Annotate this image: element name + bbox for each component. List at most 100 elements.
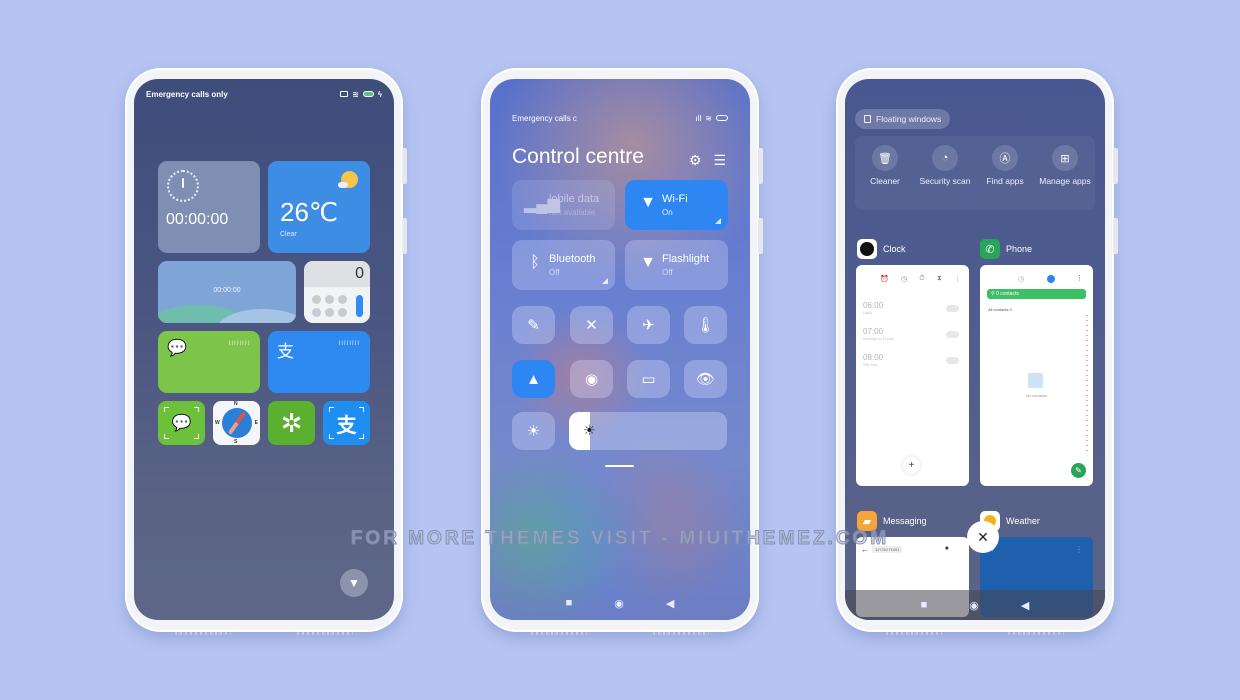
wechat-bars: IIIIIIII — [228, 341, 250, 347]
phone-recents: Floating windows 🗑 Cleaner ◔ Security scan… — [836, 68, 1118, 635]
toggle-dnd[interactable]: ◉ — [570, 360, 613, 398]
alphabet-index[interactable] — [1086, 315, 1088, 455]
calculator-widget[interactable]: 0 — [304, 261, 370, 323]
trash-icon: 🗑 — [872, 145, 898, 171]
volume-button — [402, 148, 407, 184]
toggle-edit[interactable]: ✎ — [512, 306, 555, 344]
new-contact-button[interactable]: ✎ — [1071, 463, 1086, 478]
back-button[interactable]: ◀ — [1021, 599, 1029, 612]
toggle-rotation-lock[interactable]: 🌡 — [684, 306, 727, 344]
phone-home-screen: Emergency calls only ≋ ϟ 00:00:00 26℃ Cl… — [125, 68, 407, 635]
control-centre-title: Control centre — [512, 145, 644, 168]
compass-north-label: N — [234, 401, 238, 407]
clock-card-header: Clock — [857, 239, 906, 259]
calculator-key[interactable] — [338, 295, 347, 304]
wechat-widget[interactable]: 💬 IIIIIIII — [158, 331, 260, 393]
calculator-key[interactable] — [312, 308, 321, 317]
expand-corner-icon[interactable] — [602, 278, 608, 284]
no-contacts-label: No contacts — [1025, 393, 1048, 398]
app-name: Clock — [883, 244, 906, 254]
tile-flashlight[interactable]: ▼ Flashlight Off — [625, 240, 728, 290]
toggle-location[interactable]: ▲ — [512, 360, 555, 398]
tile-state: Off — [662, 268, 673, 277]
navigation-bar: ■ ◉ ◀ — [845, 590, 1105, 620]
settings-gear-icon[interactable]: ⚙ — [689, 152, 702, 169]
calculator-equals-key[interactable] — [356, 295, 363, 317]
signal-bars-icon: ▂▄▆ — [524, 196, 560, 213]
menu-list-icon[interactable]: ☰ — [713, 152, 726, 169]
weather-widget[interactable]: 26℃ Clear — [268, 161, 370, 253]
compass-icon — [221, 408, 252, 438]
tool-cleaner[interactable]: 🗑 Cleaner — [857, 145, 913, 210]
alarm-toggle[interactable] — [946, 305, 959, 312]
wechat-scan-shortcut[interactable]: 💬 — [158, 401, 205, 445]
toggle-airplane-mode[interactable]: ✈ — [627, 306, 670, 344]
home-button[interactable]: ◉ — [969, 599, 979, 612]
alipay-icon: 支 — [336, 414, 357, 437]
home-button[interactable]: ◉ — [614, 597, 624, 610]
compass-west-label: W — [215, 420, 220, 426]
location-arrow-icon: ▲ — [526, 370, 541, 388]
tile-state: On — [662, 208, 673, 217]
signal-icon: ıll — [695, 113, 702, 123]
calculator-key[interactable] — [338, 308, 347, 317]
floating-windows-button[interactable]: Floating windows — [855, 109, 951, 129]
tool-find-apps[interactable]: Ⓐ Find apps — [977, 145, 1033, 210]
security-scan-icon: ◔ — [932, 145, 958, 171]
add-alarm-button[interactable]: + — [903, 457, 920, 474]
calculator-key[interactable] — [325, 295, 334, 304]
camera-shortcut[interactable]: ✲ — [268, 401, 315, 445]
tile-bluetooth[interactable]: ᛒ Bluetooth Off — [512, 240, 615, 290]
calculator-key[interactable] — [312, 295, 321, 304]
contact-icon: ● — [944, 545, 949, 552]
alipay-widget[interactable]: 支 IIIIIIII — [268, 331, 370, 393]
power-button — [402, 218, 407, 254]
toggle-mute[interactable]: ✕ — [570, 306, 613, 344]
timer-widget[interactable]: 00:00:00 — [158, 261, 296, 323]
carrier-text: Emergency calls c — [512, 113, 577, 123]
alarm-toggle[interactable] — [946, 331, 959, 338]
close-all-button[interactable]: ✕ — [967, 521, 999, 553]
alarm-toggle[interactable] — [946, 357, 959, 364]
app-name: Phone — [1006, 244, 1033, 254]
drag-handle[interactable] — [605, 465, 634, 467]
speaker-grille — [1008, 632, 1064, 635]
compass-east-label: E — [254, 420, 258, 426]
alipay-scan-shortcut[interactable]: 支 — [323, 401, 370, 445]
compass-shortcut[interactable]: N E S W — [213, 401, 260, 445]
phone-control-centre: Emergency calls c ıll ≋ Control centre ⚙… — [481, 68, 763, 635]
flashlight-button[interactable]: ▼ — [340, 569, 368, 597]
more-icon: ⋮ — [1075, 545, 1083, 554]
phone-recent-card[interactable]: ◷ ⋮ ⚲ 0 contacts All contacts 0 No conta… — [980, 265, 1093, 486]
tile-wifi[interactable]: ▼ Wi-Fi On — [625, 180, 728, 230]
eye-icon: 👁 — [695, 371, 716, 388]
flashlight-icon: ▼ — [640, 254, 656, 271]
messaging-card-header: ▰ Messaging — [857, 511, 927, 531]
brightness-slider[interactable]: ☀ — [569, 412, 727, 450]
expand-corner-icon[interactable] — [715, 218, 721, 224]
tile-mobile-data[interactable]: ▂▄▆ lobile data Not available — [512, 180, 615, 230]
contact-search-bar[interactable]: ⚲ 0 contacts — [987, 289, 1086, 299]
recents-button[interactable]: ■ — [921, 599, 928, 611]
clock-recent-card[interactable]: ⏰ ◷ ⏱ ⧗ ⋮ 06:00 Daily 07:00 Monday to Frid… — [856, 265, 969, 486]
wifi-icon: ≋ — [705, 113, 712, 123]
airplane-icon: ✈ — [642, 317, 655, 334]
auto-brightness-button[interactable]: ☀ — [512, 412, 555, 450]
tool-security-scan[interactable]: ◔ Security scan — [917, 145, 973, 210]
alarm-tab-icon: ⏰ — [880, 276, 889, 283]
speaker-grille — [297, 632, 353, 635]
timer-icon: ⧗ — [936, 275, 942, 282]
cloud-icon — [338, 182, 348, 188]
tool-manage-apps[interactable]: ⊞ Manage apps — [1037, 145, 1093, 210]
toggle-reading-mode[interactable]: 👁 — [684, 360, 727, 398]
clock-widget[interactable]: 00:00:00 — [158, 161, 260, 253]
app-name: Weather — [1006, 516, 1040, 526]
wifi-icon: ▼ — [640, 194, 656, 211]
flashlight-icon: ▼ — [348, 576, 360, 590]
more-icon: ⋮ — [953, 276, 961, 283]
calculator-key[interactable] — [325, 308, 334, 317]
floating-window-icon — [864, 115, 871, 123]
back-button[interactable]: ◀ — [666, 597, 674, 610]
recents-button[interactable]: ■ — [566, 597, 573, 609]
toggle-screen[interactable]: ▭ — [627, 360, 670, 398]
